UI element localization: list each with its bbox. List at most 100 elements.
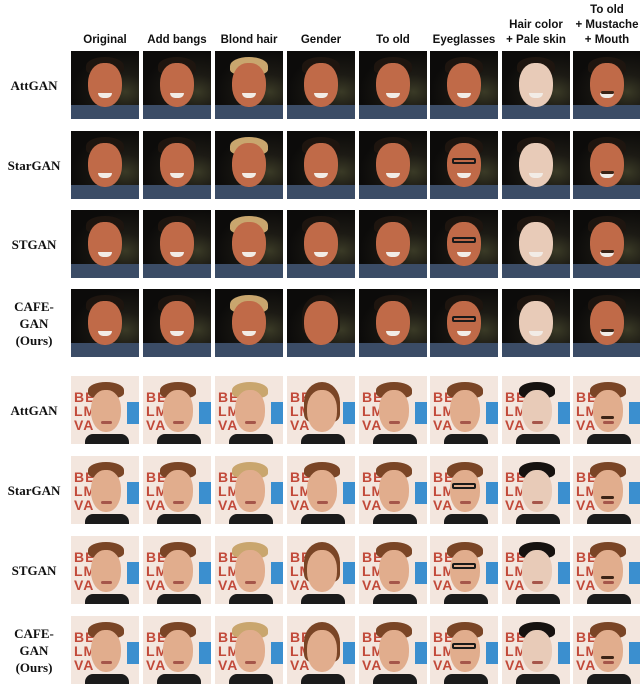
head — [522, 390, 552, 432]
mouth — [603, 501, 614, 504]
suit — [157, 594, 201, 604]
head — [447, 63, 481, 107]
row-label-method: CAFE-GAN (Ours) — [14, 625, 54, 675]
backdrop-panel — [629, 402, 640, 424]
shirt — [71, 343, 139, 357]
head — [593, 390, 623, 432]
head — [307, 630, 337, 672]
shirt — [215, 185, 283, 199]
shirt — [287, 343, 355, 357]
face-image: BE LM VA — [502, 456, 570, 524]
shirt — [359, 343, 427, 357]
suit — [229, 514, 273, 524]
face-image: BE LM VA — [359, 456, 427, 524]
mouth — [389, 421, 400, 424]
face-image: BE LM VA — [573, 376, 640, 444]
face-image — [430, 210, 498, 278]
head — [379, 390, 409, 432]
face-image: BE LM VA — [143, 536, 211, 604]
light-background-portrait: BE LM VA — [215, 536, 283, 604]
shirt — [143, 105, 211, 119]
face-image: BE LM VA — [502, 536, 570, 604]
mouth — [173, 501, 184, 504]
face-image: BE LM VA — [287, 376, 355, 444]
face-image: BE LM VA — [215, 616, 283, 684]
backdrop-panel — [271, 642, 283, 664]
mouth — [173, 581, 184, 584]
head — [163, 390, 193, 432]
face-image — [215, 51, 283, 119]
head — [522, 630, 552, 672]
face-image: BE LM VA — [143, 616, 211, 684]
backdrop-panel — [558, 562, 570, 584]
head — [91, 390, 121, 432]
dark-background-portrait — [71, 51, 139, 119]
shirt — [359, 105, 427, 119]
face-image: BE LM VA — [71, 616, 139, 684]
mustache — [601, 91, 614, 94]
head — [304, 222, 338, 266]
mouth — [389, 661, 400, 664]
head — [450, 470, 480, 512]
suit — [85, 514, 129, 524]
head — [232, 143, 266, 187]
shirt — [502, 264, 570, 278]
dark-background-portrait — [502, 210, 570, 278]
head — [590, 301, 624, 345]
face-image — [502, 210, 570, 278]
suit — [157, 434, 201, 444]
light-background-portrait: BE LM VA — [143, 616, 211, 684]
dark-background-portrait — [143, 289, 211, 357]
head — [447, 222, 481, 266]
light-background-portrait: BE LM VA — [71, 536, 139, 604]
head — [235, 550, 265, 592]
head — [522, 470, 552, 512]
shirt — [143, 264, 211, 278]
face-image: BE LM VA — [430, 456, 498, 524]
head — [376, 301, 410, 345]
light-background-portrait: BE LM VA — [430, 536, 498, 604]
row-label-method: StarGAN — [7, 157, 61, 173]
eyeglasses — [452, 563, 476, 569]
mouth — [532, 421, 543, 424]
suit — [516, 594, 560, 604]
suit — [85, 674, 129, 684]
head — [304, 301, 338, 345]
head — [593, 470, 623, 512]
head — [163, 630, 193, 672]
dark-background-portrait — [143, 51, 211, 119]
dark-background-portrait — [71, 210, 139, 278]
backdrop-panel — [415, 482, 427, 504]
backdrop-panel — [558, 402, 570, 424]
face-image: BE LM VA — [573, 456, 640, 524]
head — [163, 550, 193, 592]
backdrop-panel — [415, 402, 427, 424]
shirt — [215, 343, 283, 357]
head — [379, 470, 409, 512]
face-image: BE LM VA — [359, 536, 427, 604]
shirt — [287, 185, 355, 199]
backdrop-panel — [127, 642, 139, 664]
dark-background-portrait — [502, 131, 570, 199]
head — [91, 630, 121, 672]
light-background-portrait: BE LM VA — [430, 376, 498, 444]
suit — [373, 594, 417, 604]
dark-background-portrait — [143, 210, 211, 278]
shirt — [502, 185, 570, 199]
suit — [157, 674, 201, 684]
face-image — [502, 289, 570, 357]
face-image — [430, 51, 498, 119]
mustache — [601, 171, 614, 174]
backdrop-panel — [629, 482, 640, 504]
backdrop-panel — [486, 482, 498, 504]
shirt — [359, 185, 427, 199]
eyeglasses — [452, 316, 476, 322]
dark-background-portrait — [573, 210, 640, 278]
column-header: Blond hair — [220, 34, 278, 46]
suit — [301, 674, 345, 684]
face-image — [287, 51, 355, 119]
face-image: BE LM VA — [71, 456, 139, 524]
backdrop-panel — [415, 562, 427, 584]
face-image — [430, 289, 498, 357]
face-image: BE LM VA — [71, 376, 139, 444]
